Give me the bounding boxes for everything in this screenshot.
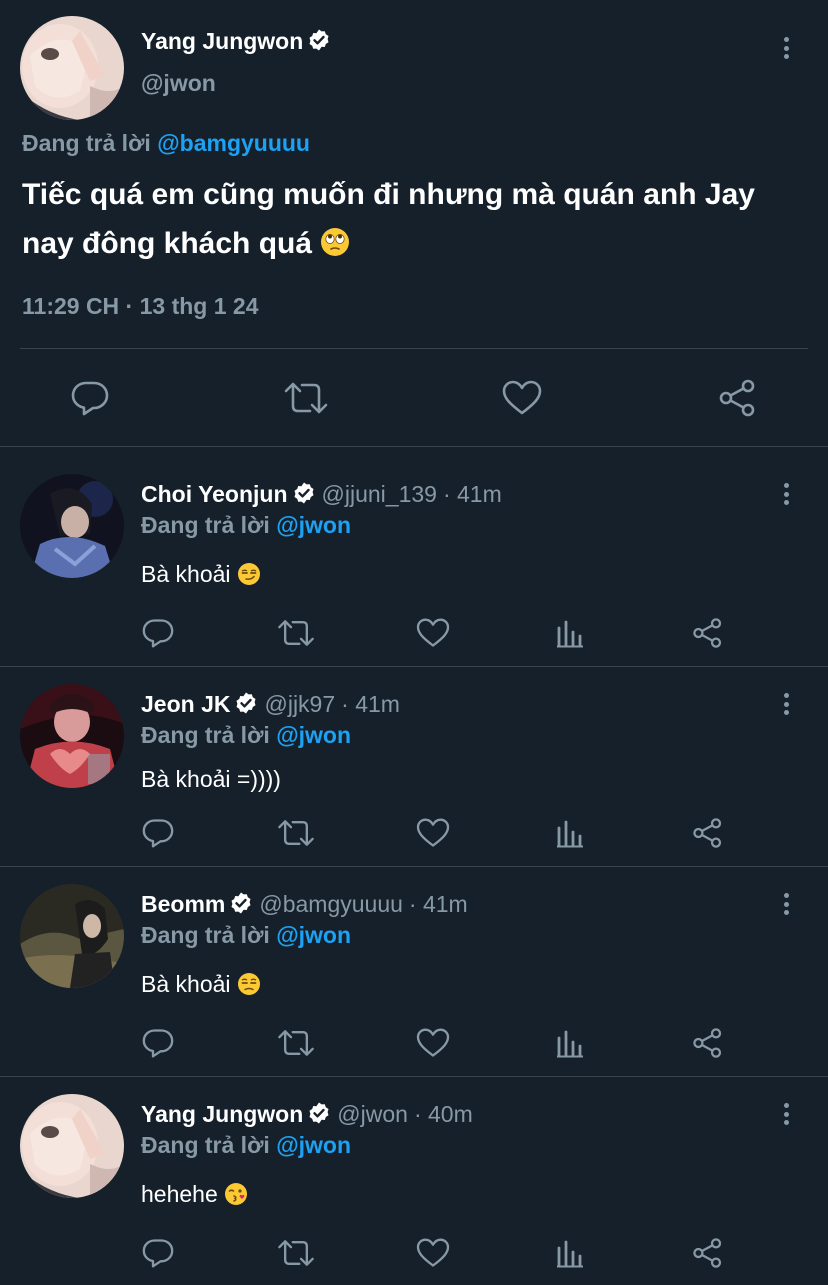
divider	[20, 348, 808, 349]
analytics-icon[interactable]	[554, 1026, 586, 1060]
reply-icon[interactable]	[140, 616, 176, 650]
tweet-text: hehehe	[141, 1181, 248, 1212]
avatar[interactable]	[20, 1094, 124, 1198]
author-name[interactable]: Yang Jungwon @jwon · 40m	[141, 1101, 473, 1131]
avatar[interactable]	[20, 16, 124, 120]
reply-tweet[interactable]: Choi Yeonjun @jjuni_139 · 41m Đang trả lời…	[0, 447, 828, 667]
unamused-face-emoji-icon	[237, 972, 261, 1002]
more-options-icon[interactable]	[780, 693, 792, 721]
author-name[interactable]: Jeon JK @jjk97 · 41m	[141, 691, 400, 721]
more-options-icon[interactable]	[780, 1103, 792, 1131]
tweet-time[interactable]: · 41m	[409, 891, 468, 917]
replying-to: Đang trả lời @bamgyuuuu	[22, 130, 310, 156]
author-handle[interactable]: @jwon	[337, 1101, 408, 1127]
author-handle[interactable]: @jjuni_139	[322, 481, 437, 507]
reply-tweet[interactable]: Yang Jungwon @jwon · 40m Đang trả lời @jwo…	[0, 1077, 828, 1285]
like-icon[interactable]	[414, 1026, 452, 1060]
retweet-icon[interactable]	[276, 1026, 316, 1060]
more-options-icon[interactable]	[780, 483, 792, 511]
mention-link[interactable]: @jwon	[276, 722, 351, 748]
avatar[interactable]	[20, 474, 124, 578]
share-icon[interactable]	[690, 616, 726, 650]
analytics-icon[interactable]	[554, 1236, 586, 1270]
reply-icon[interactable]	[140, 816, 176, 850]
tweet-text: Bà khoải =))))	[141, 766, 281, 792]
verified-badge-icon	[307, 28, 331, 58]
share-icon[interactable]	[690, 1236, 726, 1270]
share-icon[interactable]	[690, 816, 726, 850]
reply-tweet[interactable]: Beomm @bamgyuuuu · 41m Đang trả lời @jwon …	[0, 867, 828, 1077]
share-icon[interactable]	[690, 1026, 726, 1060]
like-icon[interactable]	[414, 816, 452, 850]
author-name[interactable]: Yang Jungwon	[141, 28, 331, 58]
retweet-icon[interactable]	[284, 378, 328, 418]
mention-link[interactable]: @bamgyuuuu	[157, 130, 310, 156]
tweet-time[interactable]: · 41m	[341, 691, 400, 717]
smirking-face-emoji-icon	[237, 562, 261, 592]
verified-badge-icon	[234, 691, 258, 721]
author-handle[interactable]: @jwon	[141, 70, 216, 97]
more-options-icon[interactable]	[780, 37, 792, 65]
share-icon[interactable]	[716, 376, 760, 420]
mention-link[interactable]: @jwon	[276, 1132, 351, 1158]
replying-to: Đang trả lời @jwon	[141, 512, 352, 538]
author-handle[interactable]: @jjk97	[264, 691, 335, 717]
like-icon[interactable]	[414, 616, 452, 650]
analytics-icon[interactable]	[554, 616, 586, 650]
avatar[interactable]	[20, 884, 124, 988]
mention-link[interactable]: @jwon	[276, 922, 351, 948]
tweet-time[interactable]: · 40m	[414, 1101, 473, 1127]
reply-icon[interactable]	[70, 378, 110, 418]
reply-icon[interactable]	[140, 1026, 176, 1060]
author-name[interactable]: Beomm @bamgyuuuu · 41m	[141, 891, 468, 921]
more-options-icon[interactable]	[780, 893, 792, 921]
avatar[interactable]	[20, 684, 124, 788]
author-handle[interactable]: @bamgyuuuu	[259, 891, 403, 917]
tweet-text: Bà khoải	[141, 971, 261, 1002]
retweet-icon[interactable]	[276, 1236, 316, 1270]
author-name[interactable]: Choi Yeonjun @jjuni_139 · 41m	[141, 481, 502, 511]
verified-badge-icon	[292, 481, 316, 511]
tweet-text: Bà khoải	[141, 561, 261, 592]
face-blowing-kiss-emoji-icon	[224, 1182, 248, 1212]
replying-to: Đang trả lời @jwon	[141, 922, 352, 948]
tweet-text: Tiếc quá em cũng muốn đi nhưng mà quán a…	[22, 170, 812, 272]
rolling-eyes-emoji-icon	[320, 223, 350, 272]
verified-badge-icon	[307, 1101, 331, 1131]
like-icon[interactable]	[414, 1236, 452, 1270]
replying-to: Đang trả lời @jwon	[141, 722, 352, 748]
reply-tweet[interactable]: Jeon JK @jjk97 · 41m Đang trả lời @jwon Bà…	[0, 667, 828, 867]
retweet-icon[interactable]	[276, 816, 316, 850]
retweet-icon[interactable]	[276, 616, 316, 650]
tweet-time[interactable]: · 41m	[443, 481, 502, 507]
analytics-icon[interactable]	[554, 816, 586, 850]
reply-icon[interactable]	[140, 1236, 176, 1270]
like-icon[interactable]	[500, 378, 544, 418]
verified-badge-icon	[229, 891, 253, 921]
replying-to: Đang trả lời @jwon	[141, 1132, 352, 1158]
main-tweet: Yang Jungwon @jwon Đang trả lời @bamgyuu…	[0, 0, 828, 447]
mention-link[interactable]: @jwon	[276, 512, 351, 538]
tweet-timestamp[interactable]: 11:29 CH · 13 thg 1 24	[22, 293, 259, 320]
